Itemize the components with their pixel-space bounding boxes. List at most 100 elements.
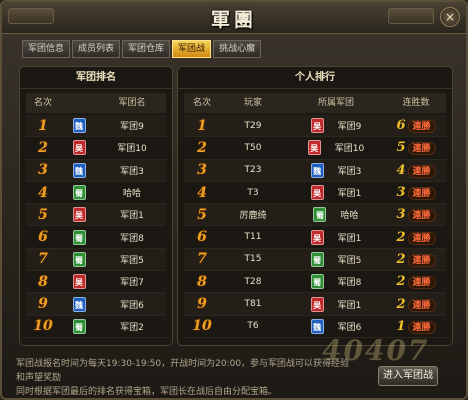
- footer-line-1: 军团战报名时间为每天19:30-19:50，开战时间为20:00，参与军团战可以…: [16, 359, 350, 383]
- legion-name: 军团5: [337, 255, 362, 266]
- faction-badge-icon: 蜀: [72, 251, 86, 267]
- legion-name: 军团9: [337, 122, 362, 133]
- player-name: T23: [244, 165, 262, 176]
- personal-ranking-header: 名次 玩家 所属军团 连胜数: [184, 93, 446, 113]
- legion-cell: 魏 军团3: [286, 162, 386, 178]
- faction-badge-icon: 蜀: [72, 318, 86, 334]
- legion-name: 军团10: [334, 144, 365, 155]
- faction-badge-icon: 吴: [72, 274, 86, 290]
- table-row[interactable]: 1 T29 吴 军团9 6 連勝: [184, 115, 446, 138]
- tab-2[interactable]: 军团仓库: [122, 40, 171, 58]
- rank-number: 1: [197, 117, 207, 134]
- player-name: T15: [244, 254, 262, 265]
- legion-name: 哈哈: [122, 189, 141, 200]
- streak-cell: 4 連勝: [386, 163, 446, 178]
- faction-badge-icon: 吴: [310, 185, 324, 201]
- streak-label: 連勝: [407, 164, 436, 178]
- tab-4[interactable]: 挑战心魔: [213, 40, 262, 58]
- table-row[interactable]: 5 厉鹿绮 蜀 哈哈 3 連勝: [184, 204, 446, 227]
- title-decoration-right: [388, 8, 434, 24]
- streak-label: 連勝: [407, 253, 436, 267]
- table-row[interactable]: 4 T3 吴 军团1 3 連勝: [184, 182, 446, 205]
- close-button[interactable]: ×: [440, 7, 460, 27]
- streak-count: 3: [396, 185, 406, 201]
- legion-cell: 吴 军团1: [286, 229, 386, 245]
- legion-cell: 吴 军团10: [286, 140, 386, 156]
- personal-ranking-list: 1 T29 吴军团9 6 連勝 2 T50 吴军团10 5 連勝 3 T23 魏军团3 4 連勝 4 T3 吴军团…: [184, 115, 446, 338]
- legion-name: 军团8: [337, 278, 362, 289]
- streak-count: 2: [396, 296, 406, 312]
- streak-cell: 2 連勝: [386, 230, 446, 245]
- legion-ranking-panel: 军团排名 名次 军团名 1 魏军团9 2 吴军团10 3 魏军团3 4 蜀哈哈 5 吴军团1 6 蜀军…: [19, 66, 173, 346]
- faction-badge-icon: 魏: [72, 118, 86, 134]
- streak-label: 連勝: [407, 120, 436, 134]
- faction-badge-icon: 魏: [310, 162, 324, 178]
- table-row[interactable]: 5 吴 军团1: [26, 204, 166, 227]
- title-bar: 軍團 ×: [2, 2, 466, 34]
- streak-count: 3: [396, 207, 406, 223]
- table-row[interactable]: 7 蜀 军团5: [26, 248, 166, 272]
- table-row[interactable]: 7 T15 蜀 军团5 2 連勝: [184, 248, 446, 272]
- rank-number: 4: [38, 184, 48, 201]
- table-row[interactable]: 2 吴 军团10: [26, 137, 166, 160]
- faction-badge-cell: 魏: [60, 118, 98, 134]
- table-row[interactable]: 10 蜀 军团2: [26, 316, 166, 338]
- faction-badge-icon: 蜀: [72, 229, 86, 245]
- streak-count: 1: [396, 318, 406, 334]
- table-row[interactable]: 8 T28 蜀 军团8 2 連勝: [184, 271, 446, 294]
- faction-badge-icon: 蜀: [310, 274, 324, 290]
- rank-number: 5: [38, 206, 48, 223]
- tab-1[interactable]: 成员列表: [72, 40, 121, 58]
- legion-name: 军团1: [337, 233, 362, 244]
- table-row[interactable]: 4 蜀 哈哈: [26, 182, 166, 205]
- streak-count: 2: [396, 251, 406, 267]
- tab-0[interactable]: 军团信息: [22, 40, 71, 58]
- legion-cell: 蜀 哈哈: [286, 207, 386, 223]
- streak-cell: 3 連勝: [386, 207, 446, 223]
- legion-cell: 蜀 军团8: [286, 274, 386, 290]
- tab-3[interactable]: 军团战: [172, 40, 212, 58]
- faction-badge-cell: 吴: [60, 207, 98, 223]
- streak-label: 連勝: [407, 320, 436, 334]
- legion-window: 軍團 × 军团信息 成员列表 军团仓库 军团战 挑战心魔 军团排名 名次 军团名 1魏军…: [0, 0, 468, 400]
- enter-legion-war-button[interactable]: 进入军团战: [378, 366, 438, 386]
- rank-number: 3: [197, 162, 207, 179]
- streak-count: 4: [396, 162, 406, 178]
- footer-line-2: 同时根据军团最后的排名获得宝箱，军团长在战后自由分配宝箱。: [16, 387, 278, 397]
- legion-cell: 吴 军团9: [286, 118, 386, 134]
- streak-cell: 2 連勝: [386, 274, 446, 290]
- table-row[interactable]: 6 T11 吴 军团1 2 連勝: [184, 226, 446, 249]
- table-row[interactable]: 2 T50 吴 军团10 5 連勝: [184, 137, 446, 160]
- legion-cell: 蜀 军团5: [286, 251, 386, 267]
- legion-name: 军团3: [337, 166, 362, 177]
- legion-name: 军团6: [120, 300, 144, 311]
- legion-ranking-list: 1 魏军团9 2 吴军团10 3 魏军团3 4 蜀哈哈 5 吴军团1 6 蜀军团8 7 蜀军团5 8 吴军团7…: [26, 115, 166, 338]
- table-row[interactable]: 6 蜀 军团8: [26, 226, 166, 249]
- legion-name: 军团8: [120, 233, 144, 244]
- faction-badge-icon: 吴: [72, 207, 86, 223]
- rank-number: 8: [38, 273, 48, 290]
- streak-label: 連勝: [407, 276, 436, 290]
- table-row[interactable]: 9 魏 军团6: [26, 293, 166, 316]
- table-row[interactable]: 3 T23 魏 军团3 4 連勝: [184, 159, 446, 182]
- streak-label: 連勝: [407, 209, 436, 223]
- streak-count: 2: [396, 274, 406, 290]
- rank-number: 7: [197, 251, 207, 268]
- header-rank: 名次: [192, 98, 211, 108]
- faction-badge-cell: 吴: [60, 274, 98, 290]
- table-row[interactable]: 8 吴 军团7: [26, 271, 166, 294]
- faction-badge-icon: 魏: [72, 296, 86, 312]
- faction-badge-icon: 魏: [310, 318, 324, 334]
- player-name: T29: [244, 120, 262, 131]
- faction-badge-icon: 吴: [72, 140, 86, 156]
- legion-name: 军团9: [120, 122, 144, 133]
- streak-cell: 6 連勝: [386, 118, 446, 134]
- faction-badge-cell: 蜀: [60, 185, 98, 201]
- rank-number: 6: [197, 229, 207, 246]
- legion-name: 军团1: [120, 211, 144, 222]
- streak-count: 5: [396, 140, 406, 156]
- table-row[interactable]: 3 魏 军团3: [26, 159, 166, 182]
- table-row[interactable]: 9 T81 吴 军团1 2 連勝: [184, 293, 446, 316]
- table-row[interactable]: 1 魏 军团9: [26, 115, 166, 138]
- footer-note: 军团战报名时间为每天19:30-19:50，开战时间为20:00，参与军团战可以…: [16, 357, 356, 399]
